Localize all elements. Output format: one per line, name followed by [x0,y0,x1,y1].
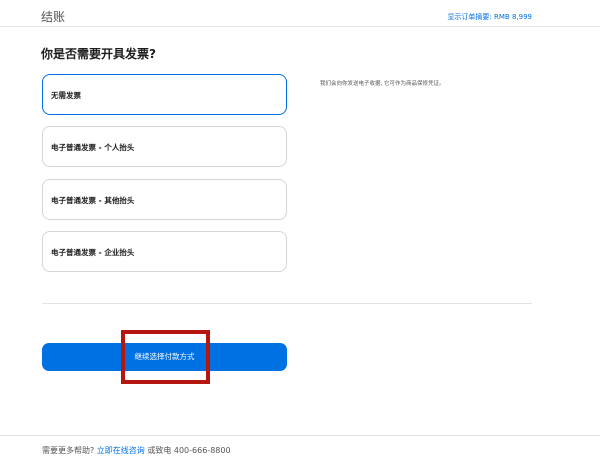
option-other-invoice[interactable]: 电子普通发票 - 其他抬头 [42,179,287,220]
option-personal-invoice[interactable]: 电子普通发票 - 个人抬头 [42,126,287,167]
header: 结账 显示订单摘要: RMB 8,999 [0,0,600,27]
footer-prefix: 需要更多帮助? [42,446,97,455]
receipt-note: 我们会向你发送电子收据, 它可作为商品保修凭证。 [320,81,445,87]
footer-help: 需要更多帮助? 立即在线咨询 或致电 400-666-8800 [42,445,231,456]
invoice-question: 你是否需要开具发票? [41,47,156,61]
order-summary-link[interactable]: 显示订单摘要: RMB 8,999 [447,12,532,22]
online-chat-link[interactable]: 立即在线咨询 [97,446,145,455]
option-company-invoice[interactable]: 电子普通发票 - 企业抬头 [42,231,287,272]
footer-suffix: 或致电 400-666-8800 [144,446,231,455]
footer-divider [0,435,600,436]
divider [42,303,532,304]
option-no-invoice[interactable]: 无需发票 [42,74,287,115]
highlight-box [121,330,210,384]
page-title: 结账 [41,10,66,24]
